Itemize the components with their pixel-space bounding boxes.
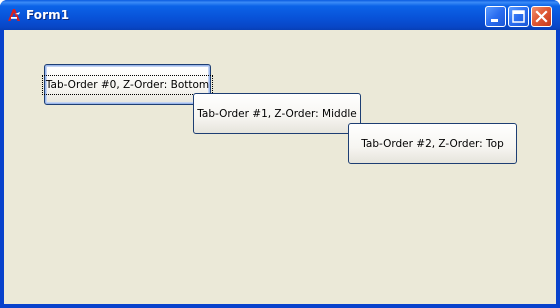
form-window: Form1 Tab-Order #0, Z-Order: Bottom Tab-… — [0, 0, 560, 308]
window-title: Form1 — [26, 8, 70, 22]
minimize-button[interactable] — [485, 6, 506, 27]
app-icon[interactable] — [6, 7, 22, 23]
minimize-icon — [491, 19, 498, 22]
form-client-area: Tab-Order #0, Z-Order: Bottom Tab-Order … — [4, 30, 556, 304]
tab-order-0-button[interactable]: Tab-Order #0, Z-Order: Bottom — [41, 64, 214, 105]
tab-order-2-button[interactable]: Tab-Order #2, Z-Order: Top — [348, 123, 517, 164]
tab-order-1-button[interactable]: Tab-Order #1, Z-Order: Middle — [193, 93, 361, 134]
tab-order-0-label: Tab-Order #0, Z-Order: Bottom — [41, 74, 214, 95]
close-button[interactable] — [531, 6, 552, 27]
maximize-button[interactable] — [508, 6, 529, 27]
maximize-icon — [512, 10, 525, 23]
close-icon — [535, 10, 548, 23]
title-bar[interactable]: Form1 — [0, 0, 560, 30]
tab-order-1-label: Tab-Order #1, Z-Order: Middle — [197, 107, 357, 120]
tab-order-2-label: Tab-Order #2, Z-Order: Top — [361, 137, 504, 150]
